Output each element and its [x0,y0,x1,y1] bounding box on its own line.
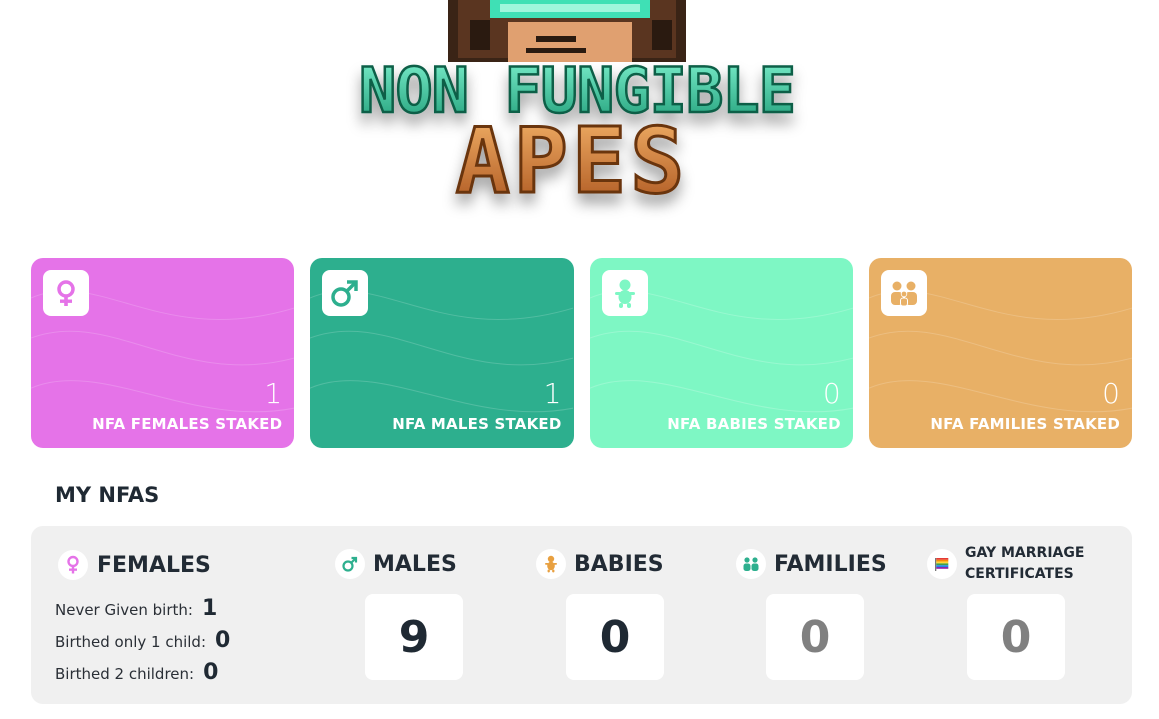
family-icon [880,270,927,316]
families-staked-count: 0 [1102,377,1120,410]
card-families-staked: 0 NFA FAMILIES STAKED [868,258,1132,448]
ape-head-graphic [448,0,686,62]
families-heading-label: FAMILIES [774,551,887,577]
babies-column: BABIES 0 [536,548,664,680]
babies-heading-label: BABIES [574,551,664,577]
females-never-given-birth-row: Never Given birth: 1 [55,596,230,628]
babies-count-box: 0 [566,594,664,680]
staking-dashboard: NON FUNGIBLE APES 1 NFA FEMALES STAKED 1… [0,0,1159,719]
certificates-heading-line2: CERTIFICATES [965,566,1074,582]
certificates-count-box: 0 [967,594,1065,680]
baby-icon [601,270,648,316]
females-row-label: Birthed only 1 child: [55,633,207,651]
babies-staked-count: 0 [822,377,841,410]
female-symbol-icon [43,270,89,316]
certificates-heading-line1: GAY MARRIAGE [965,545,1085,561]
certificates-heading: GAY MARRIAGE CERTIFICATES [927,544,1084,584]
card-babies-staked: 0 NFA BABIES STAKED [589,258,853,448]
males-heading-label: MALES [373,551,457,577]
females-heading: FEMALES [58,550,211,580]
males-staked-count: 1 [543,377,562,410]
males-heading: MALES [335,548,457,580]
females-row-value: 1 [201,596,218,621]
rainbow-flag-icon [927,549,957,579]
females-staked-label: NFA FEMALES STAKED [92,415,283,433]
families-heading: FAMILIES [736,548,887,580]
male-symbol-icon [322,270,369,316]
males-column: MALES 9 [335,548,463,680]
females-heading-label: FEMALES [97,552,211,578]
families-column: FAMILIES 0 [736,548,887,680]
females-row-label: Never Given birth: [55,601,193,619]
females-row-value: 0 [203,660,219,685]
families-staked-label: NFA FAMILIES STAKED [930,415,1120,433]
card-females-staked: 1 NFA FEMALES STAKED [31,258,295,448]
families-count-box: 0 [766,594,864,680]
staked-stats-cards: 1 NFA FEMALES STAKED 1 NFA MALES STAKED … [31,258,1132,448]
babies-heading: BABIES [536,548,664,580]
females-birthed-two-row: Birthed 2 children: 0 [55,660,230,692]
certificates-column: GAY MARRIAGE CERTIFICATES 0 [927,544,1084,680]
male-symbol-icon [335,549,365,579]
svg-text:APES: APES [456,109,689,214]
certificates-heading-label: GAY MARRIAGE CERTIFICATES [965,543,1084,585]
non-fungible-apes-logo: NON FUNGIBLE APES [300,0,860,236]
baby-icon [536,549,566,579]
babies-staked-label: NFA BABIES STAKED [667,415,841,433]
card-males-staked: 1 NFA MALES STAKED [310,258,574,448]
females-row-value: 0 [215,628,231,653]
males-staked-label: NFA MALES STAKED [392,415,562,433]
my-nfas-title: MY NFAS [55,483,160,507]
family-icon [736,549,766,579]
female-symbol-icon [58,550,88,580]
females-breakdown: Never Given birth: 1 Birthed only 1 chil… [55,596,230,692]
females-row-label: Birthed 2 children: [55,665,195,683]
my-nfas-panel: FEMALES Never Given birth: 1 Birthed onl… [31,526,1132,704]
females-birthed-one-row: Birthed only 1 child: 0 [55,628,230,660]
males-count-box: 9 [365,594,463,680]
females-staked-count: 1 [264,377,283,410]
